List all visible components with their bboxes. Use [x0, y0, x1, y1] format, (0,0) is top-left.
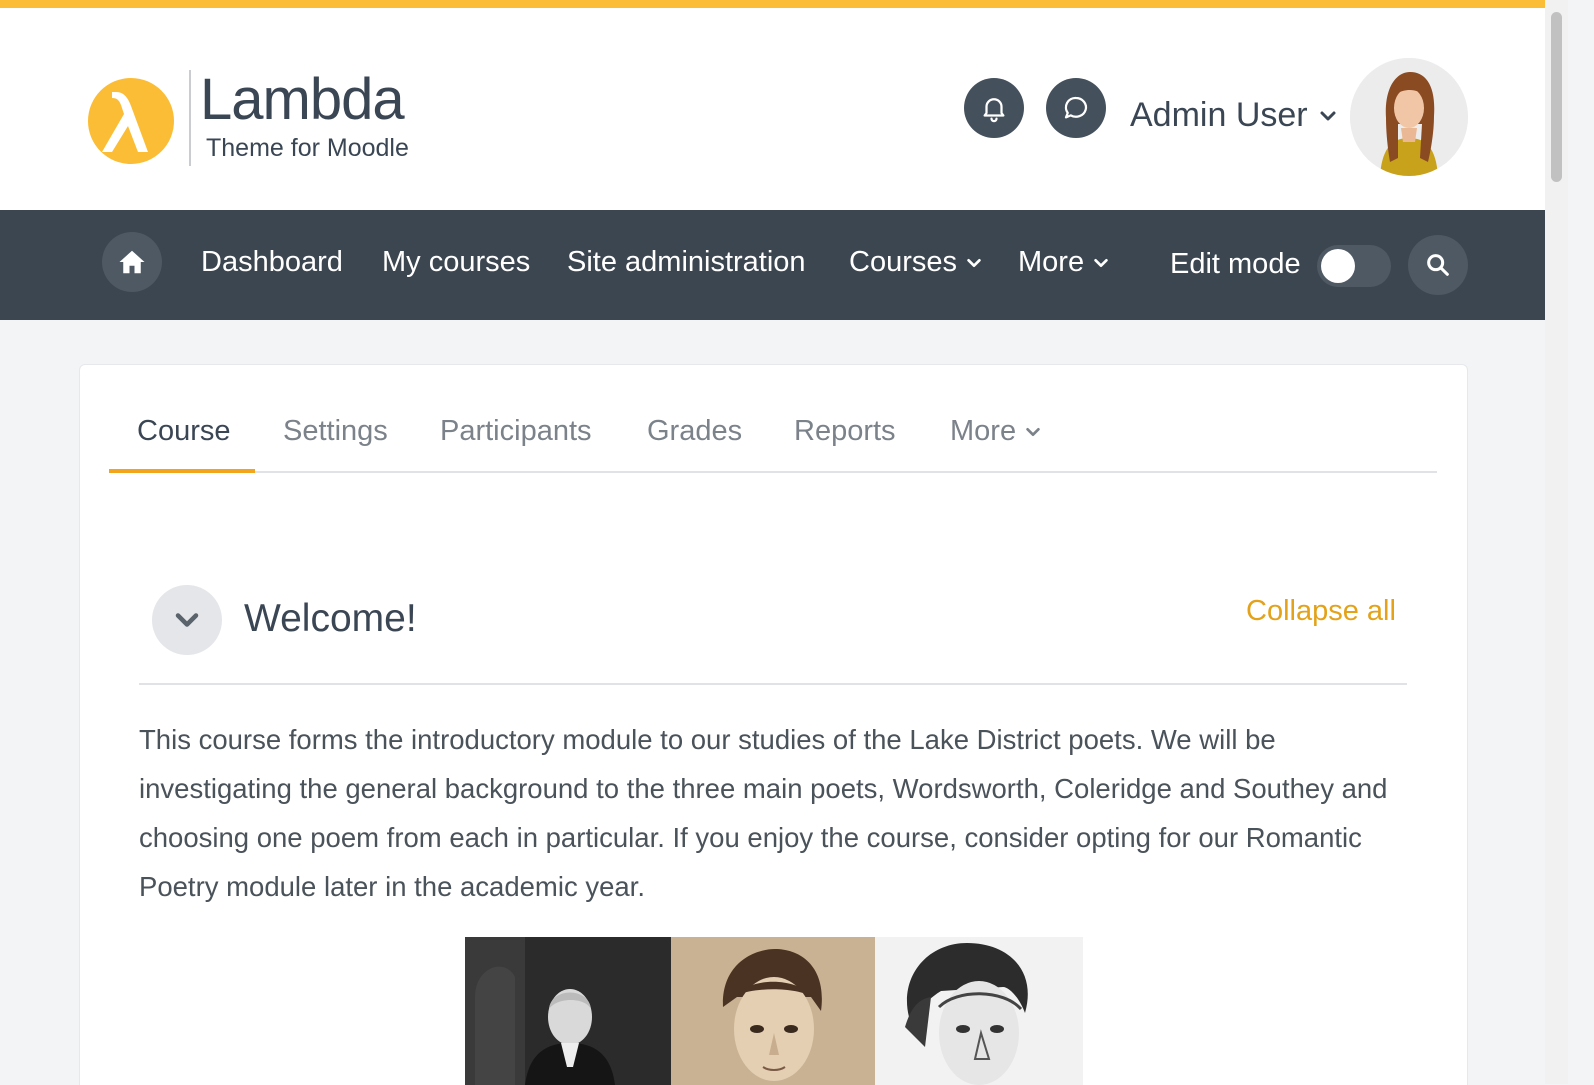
tab-settings[interactable]: Settings: [283, 415, 388, 448]
logo-divider: [189, 70, 191, 166]
home-icon: [119, 250, 145, 274]
edit-mode-label: Edit mode: [1170, 248, 1301, 280]
chevron-down-icon[interactable]: [1318, 106, 1338, 126]
nav-dashboard[interactable]: Dashboard: [201, 246, 343, 279]
nav-label: More: [1018, 246, 1085, 278]
nav-my-courses[interactable]: My courses: [382, 246, 530, 279]
nav-site-administration[interactable]: Site administration: [567, 246, 806, 279]
portrait-wordsworth: [465, 937, 671, 1085]
nav-label: Site administration: [567, 246, 806, 278]
tab-course[interactable]: Course: [137, 415, 231, 448]
nav-label: Dashboard: [201, 246, 343, 278]
chat-icon: [1064, 96, 1088, 119]
nav-courses[interactable]: Courses: [849, 246, 983, 279]
tab-reports[interactable]: Reports: [794, 415, 896, 448]
page-header: Lambda Theme for Moodle Admin User: [0, 8, 1545, 210]
search-icon: [1427, 254, 1449, 276]
nav-more[interactable]: More: [1018, 246, 1110, 279]
main-navbar: Dashboard My courses Site administration…: [0, 210, 1545, 320]
tab-more[interactable]: More: [950, 415, 1042, 448]
portrait-southey: [875, 937, 1083, 1085]
notifications-button[interactable]: [964, 78, 1024, 138]
course-content-card: Course Settings Participants Grades Repo…: [79, 364, 1468, 1085]
section-title: Welcome!: [244, 597, 417, 640]
tabs-divider: [109, 471, 1437, 473]
tab-grades[interactable]: Grades: [647, 415, 742, 448]
page-scrollbar[interactable]: [1545, 0, 1568, 1084]
bell-icon: [983, 98, 1005, 123]
chevron-down-icon: [175, 613, 199, 627]
active-tab-indicator: [109, 469, 255, 473]
toggle-knob: [1321, 249, 1355, 283]
tab-label: More: [950, 415, 1017, 447]
tab-label: Reports: [794, 415, 896, 447]
chevron-down-icon: [967, 258, 981, 267]
search-button[interactable]: [1408, 235, 1468, 295]
nav-label: Courses: [849, 246, 957, 278]
chevron-down-icon: [1026, 427, 1040, 436]
nav-label: My courses: [382, 246, 531, 278]
home-button[interactable]: [102, 232, 162, 292]
tab-label: Grades: [647, 415, 743, 447]
portrait-coleridge: [671, 937, 875, 1085]
edit-mode-toggle[interactable]: [1317, 245, 1391, 287]
section-summary: This course forms the introductory modul…: [139, 724, 1388, 902]
chevron-down-icon: [1094, 258, 1108, 267]
poets-image: [465, 937, 1083, 1085]
user-menu-name[interactable]: Admin User: [1130, 96, 1308, 135]
section-divider: [139, 683, 1407, 685]
section-collapse-button[interactable]: [152, 585, 222, 655]
tab-label: Settings: [283, 415, 388, 447]
tab-label: Participants: [440, 415, 592, 447]
top-accent-bar: [0, 0, 1545, 8]
logo-title: Lambda: [200, 67, 405, 132]
tab-label: Course: [137, 415, 231, 447]
scrollbar-thumb[interactable]: [1551, 12, 1562, 182]
avatar[interactable]: [1350, 58, 1468, 176]
tab-participants[interactable]: Participants: [440, 415, 592, 448]
logo-subtitle: Theme for Moodle: [206, 134, 409, 162]
collapse-all-link[interactable]: Collapse all: [1246, 595, 1396, 628]
messages-button[interactable]: [1046, 78, 1106, 138]
lambda-logo-icon: [88, 78, 174, 164]
